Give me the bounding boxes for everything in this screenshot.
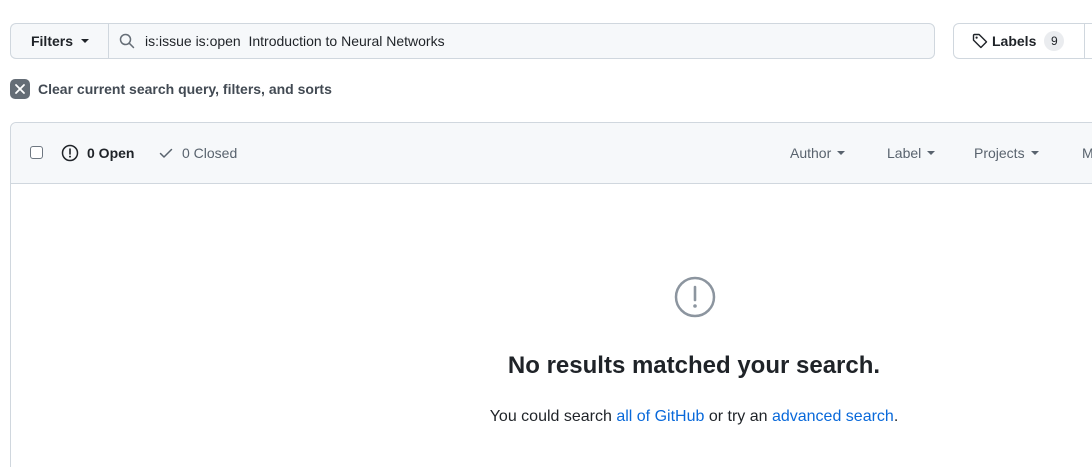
labels-button-label: Labels (992, 33, 1037, 49)
chevron-down-icon (81, 39, 89, 43)
clear-query-link[interactable]: Clear current search query, filters, and… (10, 78, 332, 100)
advanced-search-link[interactable]: advanced search (772, 408, 894, 425)
issues-list-header: 0 Open 0 Closed Author Label Projects M (11, 123, 1092, 184)
labels-button[interactable]: Labels 9 (953, 23, 1085, 59)
no-results-message: You could search all of GitHub or try an… (300, 408, 1088, 426)
no-results-text-after: . (893, 408, 899, 425)
no-results-text-middle: or try an (704, 408, 772, 425)
issues-page: Filters Labels 9 Clear current search qu… (0, 0, 1092, 467)
projects-filter[interactable]: Projects (974, 143, 1039, 163)
label-filter-label: Label (887, 145, 922, 161)
milestones-filter[interactable]: M (1082, 143, 1092, 163)
milestones-button[interactable] (1084, 23, 1092, 59)
author-filter-label: Author (790, 145, 832, 161)
clear-query-label: Clear current search query, filters, and… (38, 81, 332, 97)
search-box (108, 23, 935, 59)
filters-button-label: Filters (30, 33, 73, 49)
issue-opened-icon (61, 144, 79, 162)
check-icon (159, 148, 173, 158)
no-results-text-before: You could search (489, 408, 617, 425)
author-filter[interactable]: Author (790, 143, 846, 163)
tag-icon (972, 33, 988, 49)
select-all-checkbox[interactable] (30, 146, 43, 159)
all-of-github-link[interactable]: all of GitHub (616, 408, 704, 425)
open-issues-label: 0 Open (87, 145, 135, 161)
chevron-down-icon (837, 151, 846, 155)
alert-circle-icon (674, 276, 716, 318)
search-input[interactable] (145, 24, 925, 58)
labels-count-badge: 9 (1044, 31, 1065, 51)
open-issues-tab[interactable]: 0 Open (61, 143, 134, 163)
search-icon (119, 33, 135, 49)
no-results-title: No results matched your search. (507, 352, 881, 379)
closed-issues-tab[interactable]: 0 Closed (158, 143, 237, 163)
chevron-down-icon (927, 151, 936, 155)
closed-issues-label: 0 Closed (182, 145, 238, 161)
label-filter[interactable]: Label (887, 143, 936, 163)
projects-filter-label: Projects (974, 145, 1025, 161)
filters-button[interactable]: Filters (10, 23, 109, 59)
x-icon (10, 79, 30, 99)
chevron-down-icon (1030, 151, 1039, 155)
milestones-filter-label: M (1082, 145, 1092, 161)
